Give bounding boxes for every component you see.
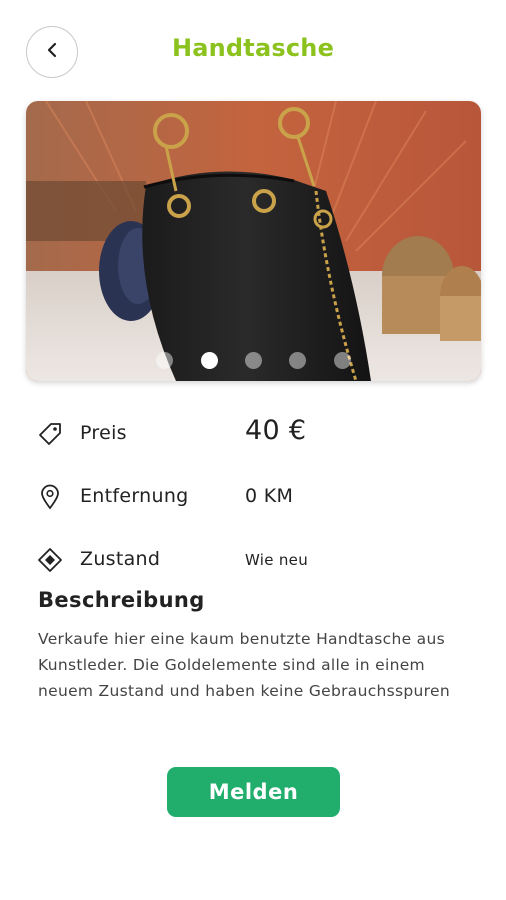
price-value: 40 € — [245, 415, 307, 446]
carousel-dot[interactable] — [245, 352, 262, 369]
condition-row: Zustand Wie neu — [36, 543, 476, 577]
carousel-dot[interactable] — [289, 352, 306, 369]
distance-label: Entfernung — [80, 485, 189, 507]
product-image-carousel[interactable] — [26, 101, 481, 381]
distance-value: 0 KM — [245, 485, 294, 507]
location-pin-icon — [36, 484, 64, 510]
tag-icon — [36, 421, 64, 447]
distance-row: Entfernung 0 KM — [36, 480, 476, 514]
condition-label: Zustand — [80, 548, 161, 570]
condition-value: Wie neu — [245, 551, 309, 569]
price-row: Preis 40 € — [36, 415, 476, 451]
product-photo — [26, 101, 481, 381]
report-button[interactable]: Melden — [167, 767, 340, 817]
carousel-indicators — [26, 349, 481, 371]
price-label: Preis — [80, 422, 127, 444]
carousel-dot[interactable] — [334, 352, 351, 369]
page-title: Handtasche — [171, 34, 335, 62]
diamond-icon — [36, 547, 64, 573]
carousel-dot-active[interactable] — [201, 352, 218, 369]
description-title: Beschreibung — [38, 588, 205, 612]
carousel-dot[interactable] — [156, 352, 173, 369]
description-text: Verkaufe hier eine kaum benutzte Handtas… — [38, 630, 450, 700]
